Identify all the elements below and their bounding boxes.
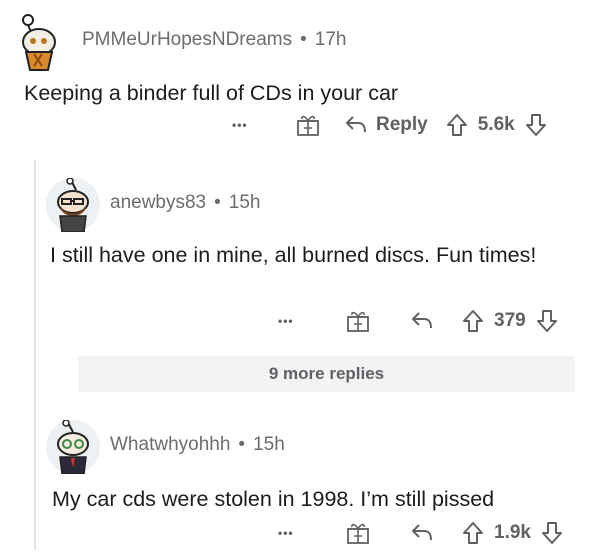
comment-actions: ••• 379 <box>278 309 558 333</box>
downvote-arrow-icon[interactable] <box>525 113 547 137</box>
username[interactable]: PMMeUrHopesNDreams <box>82 29 292 50</box>
gift-award-icon[interactable] <box>296 113 320 137</box>
gift-award-icon[interactable] <box>346 309 370 333</box>
snoo-avatar-icon <box>22 14 56 71</box>
avatar[interactable] <box>46 419 100 475</box>
upvote-arrow-icon[interactable] <box>462 309 484 333</box>
comment-body: My car cds were stolen in 1998. I’m stil… <box>52 487 495 511</box>
reply-arrow-icon <box>344 114 368 136</box>
downvote-arrow-icon[interactable] <box>541 521 563 545</box>
reply-label: Reply <box>376 114 428 135</box>
separator: • <box>214 192 221 213</box>
avatar[interactable] <box>12 14 66 71</box>
snoo-avatar-icon <box>46 419 100 475</box>
gift-award-icon[interactable] <box>346 521 370 545</box>
timestamp: 15h <box>253 434 285 455</box>
avatar[interactable] <box>46 177 100 233</box>
timestamp: 15h <box>228 192 261 213</box>
score: 5.6k <box>477 114 515 135</box>
separator: • <box>238 434 246 455</box>
more-options-button[interactable]: ••• <box>278 526 314 540</box>
reply-arrow-icon[interactable] <box>410 310 434 332</box>
more-options-button[interactable]: ••• <box>278 314 314 328</box>
username[interactable]: anewbys83 <box>110 192 206 213</box>
reply-arrow-icon[interactable] <box>410 522 434 544</box>
more-replies-button[interactable]: 9 more replies <box>78 356 575 392</box>
downvote-arrow-icon[interactable] <box>536 309 558 333</box>
comment-meta: Whatwhyohhh • 15h <box>110 434 285 456</box>
reply-button[interactable]: Reply <box>344 114 428 136</box>
username[interactable]: Whatwhyohhh <box>110 434 230 455</box>
score: 1.9k <box>494 522 531 543</box>
separator: • <box>300 29 307 50</box>
score: 379 <box>494 310 526 331</box>
comment-actions: ••• 1.9k <box>278 521 563 545</box>
thread-line[interactable] <box>34 160 36 550</box>
comment-meta: anewbys83 • 15h <box>110 192 260 214</box>
upvote-arrow-icon[interactable] <box>462 521 484 545</box>
snoo-avatar-icon <box>46 177 100 233</box>
comment-meta: PMMeUrHopesNDreams • 17h <box>82 29 346 51</box>
timestamp: 17h <box>314 29 347 50</box>
upvote-arrow-icon[interactable] <box>446 113 468 137</box>
more-options-button[interactable]: ••• <box>232 118 268 132</box>
comment-actions: ••• Reply 5.6k <box>232 113 547 137</box>
comment-body: Keeping a binder full of CDs in your car <box>24 81 399 105</box>
comment-body: I still have one in mine, all burned dis… <box>50 243 537 267</box>
